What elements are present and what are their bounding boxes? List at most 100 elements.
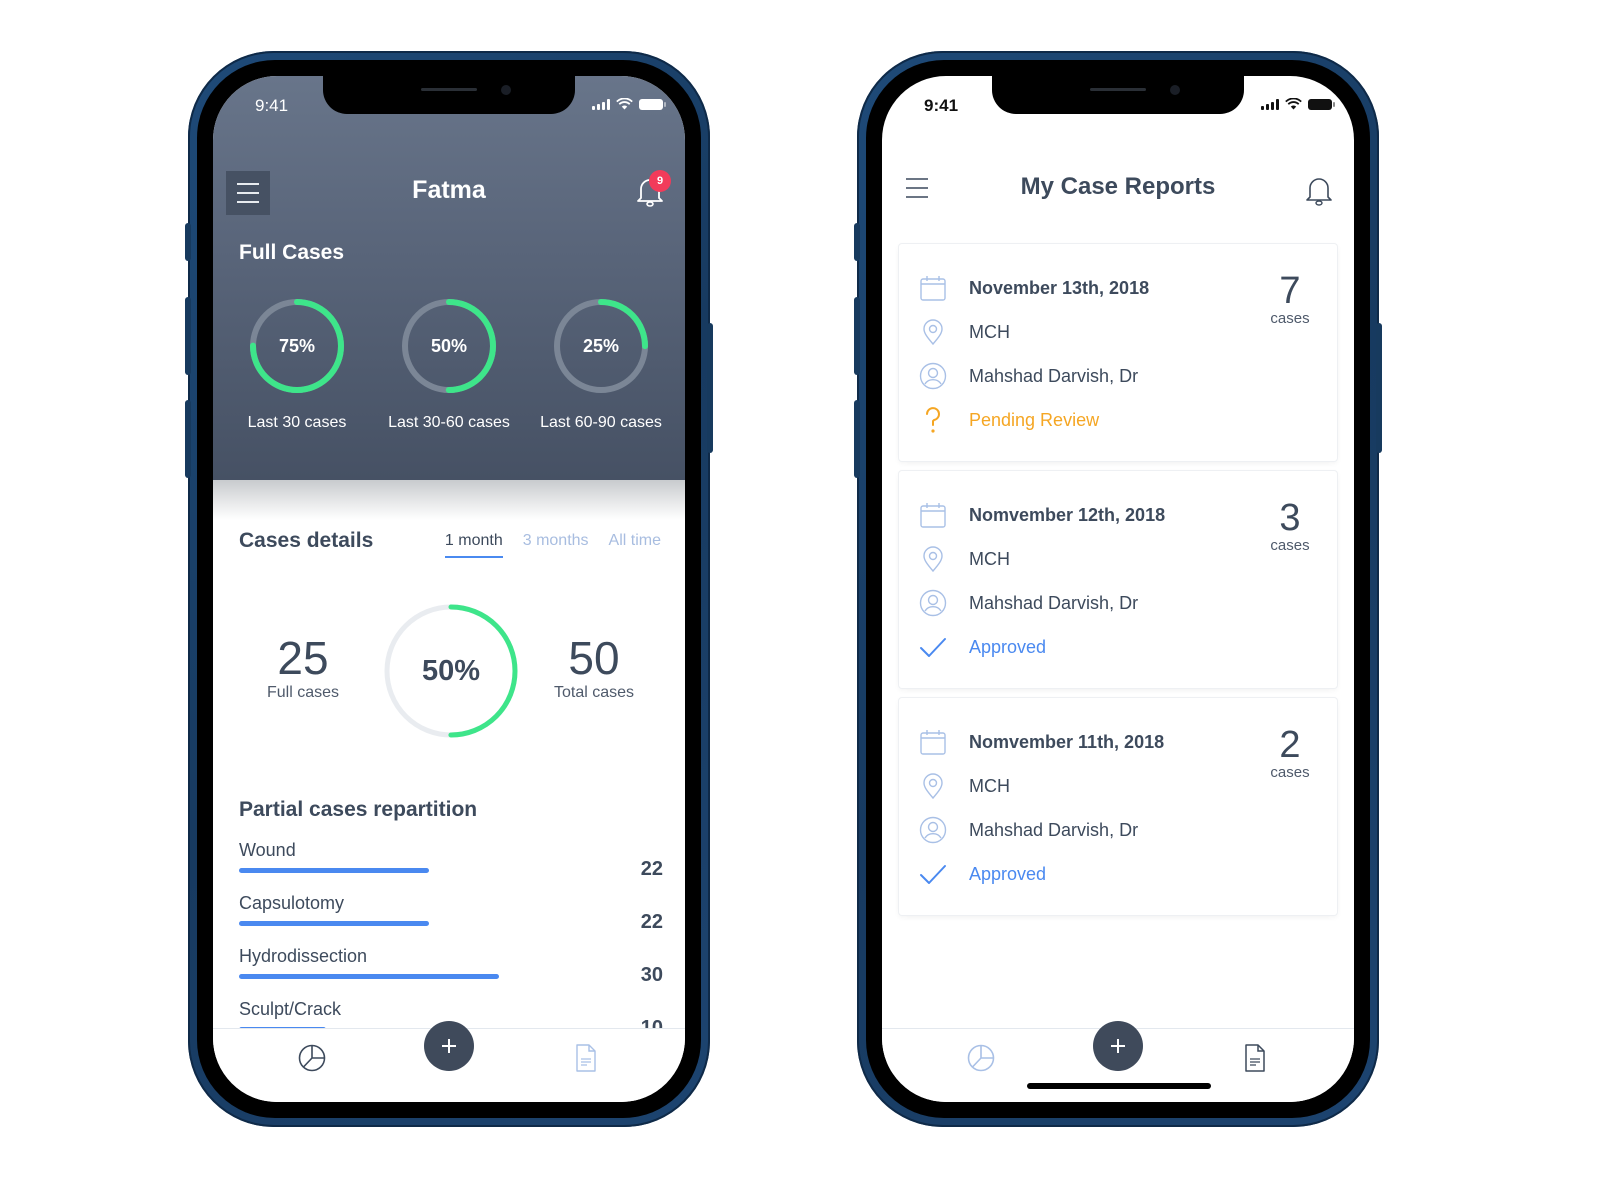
ring-caption: Last 30-60 cases bbox=[388, 414, 510, 431]
screen: 9:41 Fatma 9 Full Cases 75% Last 30 case… bbox=[213, 76, 685, 1102]
report-doctor: Mahshad Darvish, Dr bbox=[969, 592, 1139, 613]
power-button bbox=[707, 323, 713, 453]
add-case-button[interactable] bbox=[424, 1021, 474, 1071]
case-count-value: 3 bbox=[1279, 497, 1301, 539]
tab-3-months[interactable]: 3 months bbox=[523, 532, 589, 558]
total-cases-caption: Total cases bbox=[553, 684, 635, 701]
add-case-button[interactable] bbox=[1093, 1021, 1143, 1071]
partial-case-label: Capsulotomy bbox=[239, 893, 345, 913]
ring-last-30-60[interactable]: 50% Last 30-60 cases bbox=[375, 296, 523, 432]
case-count-label: cases bbox=[1270, 764, 1310, 781]
period-tabs: 1 month 3 months All time bbox=[444, 532, 661, 558]
notch bbox=[323, 76, 575, 114]
report-date: Nomvember 11th, 2018 bbox=[969, 731, 1165, 752]
partial-case-value: 22 bbox=[640, 858, 663, 880]
wifi-icon bbox=[616, 98, 633, 110]
partial-case-bar bbox=[239, 868, 430, 873]
case-count-label: cases bbox=[1270, 537, 1310, 554]
report-status: Pending Review bbox=[969, 409, 1100, 430]
full-cases-stat: 25 Full cases bbox=[253, 634, 353, 702]
partial-case-bar bbox=[239, 974, 499, 979]
phone-case-reports: 9:41 My Case Reports November 13th, 2018 bbox=[854, 51, 1382, 1127]
page-title: Fatma bbox=[412, 176, 486, 204]
volume-up-button bbox=[854, 297, 860, 375]
user-icon bbox=[919, 816, 947, 844]
page-title: My Case Reports bbox=[1020, 173, 1216, 200]
calendar-icon bbox=[920, 503, 946, 528]
report-doctor: Mahshad Darvish, Dr bbox=[969, 365, 1139, 386]
user-icon bbox=[919, 589, 947, 617]
report-case-count: 3 cases bbox=[1265, 499, 1315, 554]
tab-all-time[interactable]: All time bbox=[609, 532, 661, 558]
full-cases-caption: Full cases bbox=[266, 684, 340, 701]
partial-cases-title: Partial cases repartition bbox=[239, 798, 478, 821]
full-cases-title: Full Cases bbox=[239, 241, 345, 264]
partial-case-value: 30 bbox=[640, 964, 663, 986]
ring-percent: 50% bbox=[430, 335, 468, 356]
partial-case-bar bbox=[239, 921, 430, 926]
wifi-icon bbox=[1285, 98, 1302, 110]
battery-icon bbox=[1308, 98, 1335, 110]
question-icon bbox=[926, 407, 940, 433]
ring-caption: Last 30 cases bbox=[247, 414, 347, 431]
ring-percent: 75% bbox=[278, 335, 316, 356]
report-location: MCH bbox=[969, 321, 1010, 342]
report-location: MCH bbox=[969, 548, 1010, 569]
case-report-card[interactable]: Nomvember 12th, 2018 MCH Mahshad Darvish… bbox=[899, 471, 1337, 688]
volume-down-button bbox=[854, 400, 860, 478]
calendar-icon bbox=[920, 730, 946, 755]
cases-details-title: Cases details bbox=[239, 529, 374, 552]
document-icon[interactable] bbox=[571, 1043, 601, 1073]
notch bbox=[992, 76, 1244, 114]
case-count-label: cases bbox=[1270, 310, 1310, 327]
full-cases-rings: 75% Last 30 cases 50% Last 30-60 cases 2… bbox=[213, 296, 685, 432]
user-icon bbox=[919, 362, 947, 390]
partial-case-label: Hydrodissection bbox=[239, 946, 368, 966]
location-pin-icon bbox=[923, 546, 943, 573]
ratio-percent: 50% bbox=[421, 654, 481, 687]
tab-1-month[interactable]: 1 month bbox=[444, 532, 503, 558]
side-button bbox=[854, 223, 860, 261]
signal-icon bbox=[1261, 98, 1279, 110]
ring-percent: 25% bbox=[582, 335, 620, 356]
ring-last-30[interactable]: 75% Last 30 cases bbox=[223, 296, 371, 432]
pie-chart-icon[interactable] bbox=[297, 1043, 327, 1073]
location-pin-icon bbox=[923, 319, 943, 346]
partial-case-label: Sculpt/Crack bbox=[239, 999, 342, 1019]
report-case-count: 2 cases bbox=[1265, 726, 1315, 781]
status-time: 9:41 bbox=[255, 96, 289, 115]
total-cases-stat: 50 Total cases bbox=[539, 634, 649, 702]
case-report-card[interactable]: November 13th, 2018 MCH Mahshad Darvish,… bbox=[899, 244, 1337, 461]
signal-icon bbox=[592, 98, 610, 110]
case-count-value: 2 bbox=[1279, 724, 1301, 766]
home-indicator[interactable] bbox=[1027, 1083, 1211, 1089]
volume-up-button bbox=[185, 297, 191, 375]
partial-case-value: 22 bbox=[640, 911, 663, 933]
report-doctor: Mahshad Darvish, Dr bbox=[969, 819, 1139, 840]
power-button bbox=[1376, 323, 1382, 453]
case-report-card[interactable]: Nomvember 11th, 2018 MCH Mahshad Darvish… bbox=[899, 698, 1337, 915]
partial-case-row: Wound 22 bbox=[239, 840, 663, 893]
screen: 9:41 My Case Reports November 13th, 2018 bbox=[882, 76, 1354, 1102]
location-pin-icon bbox=[923, 773, 943, 800]
report-case-count: 7 cases bbox=[1265, 272, 1315, 327]
partial-case-label: Wound bbox=[239, 840, 296, 860]
case-count-value: 7 bbox=[1279, 270, 1301, 312]
status-time: 9:41 bbox=[924, 96, 959, 115]
calendar-icon bbox=[920, 276, 946, 301]
checkmark-icon bbox=[920, 638, 946, 657]
document-icon[interactable] bbox=[1240, 1043, 1270, 1073]
ring-last-60-90[interactable]: 25% Last 60-90 cases bbox=[527, 296, 675, 432]
hero-shadow bbox=[213, 480, 685, 520]
bell-icon[interactable] bbox=[1304, 174, 1334, 206]
report-date: November 13th, 2018 bbox=[969, 277, 1150, 298]
pie-chart-icon[interactable] bbox=[966, 1043, 996, 1073]
phone-dashboard: 9:41 Fatma 9 Full Cases 75% Last 30 case… bbox=[185, 51, 713, 1127]
full-cases-value: 25 bbox=[277, 632, 329, 684]
notification-badge: 9 bbox=[649, 170, 671, 192]
partial-case-row: Hydrodissection 30 bbox=[239, 946, 663, 999]
report-status: Approved bbox=[969, 863, 1047, 884]
case-report-list: November 13th, 2018 MCH Mahshad Darvish,… bbox=[899, 244, 1337, 925]
total-cases-value: 50 bbox=[568, 632, 620, 684]
plus-icon bbox=[1111, 1039, 1125, 1053]
